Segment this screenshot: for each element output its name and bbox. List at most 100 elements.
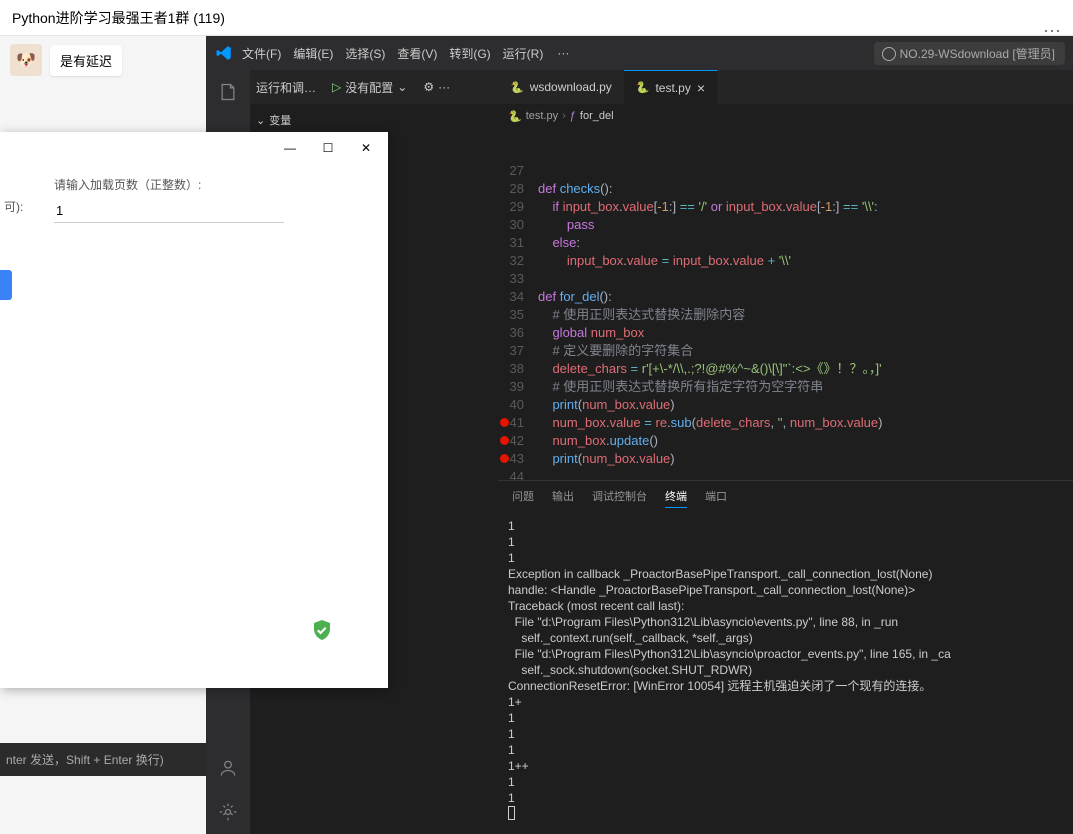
menu-item[interactable]: 查看(V) <box>391 43 443 65</box>
command-center-search[interactable]: NO.29-WSdownload [管理员] <box>874 42 1065 65</box>
configure-gear-icon[interactable]: ⚙ <box>423 80 434 94</box>
menu-more[interactable]: ··· <box>551 42 575 64</box>
code-line[interactable]: 30 pass <box>498 216 1073 234</box>
terminal-line: ConnectionResetError: [WinError 10054] 远… <box>508 678 1063 694</box>
panel-tab[interactable]: 终端 <box>665 485 687 508</box>
terminal-line: File "d:\Program Files\Python312\Lib\asy… <box>508 646 1063 662</box>
code-line[interactable]: 41 num_box.value = re.sub(delete_chars, … <box>498 414 1073 432</box>
debug-config-dropdown[interactable]: 没有配置 <box>345 79 393 96</box>
line-number: 34 <box>498 288 538 306</box>
menu-item[interactable]: 编辑(E) <box>287 43 339 65</box>
code-text: # 使用正则表达式替换法删除内容 <box>538 306 1073 324</box>
panel-tab[interactable]: 问题 <box>512 485 534 508</box>
code-line[interactable]: 29 if input_box.value[-1:] == '/' or inp… <box>498 198 1073 216</box>
variables-section[interactable]: ⌄ 变量 <box>256 112 291 128</box>
code-editor[interactable]: 2728def checks():29 if input_box.value[-… <box>498 128 1073 528</box>
panel-tab[interactable]: 调试控制台 <box>592 485 647 508</box>
panel-tab[interactable]: 输出 <box>552 485 574 508</box>
search-placeholder: NO.29-WSdownload [管理员] <box>900 47 1055 61</box>
dialog-primary-button[interactable] <box>0 270 12 300</box>
terminal-line: 1 <box>508 518 1063 534</box>
code-line[interactable]: 32 input_box.value = input_box.value + '… <box>498 252 1073 270</box>
dialog-field-label: 请输入加载页数（正整数）: <box>54 176 334 193</box>
line-number: 38 <box>498 360 538 378</box>
terminal-line: 1 <box>508 710 1063 726</box>
settings-gear-icon[interactable] <box>206 790 250 834</box>
code-text: # 定义要删除的字符集合 <box>538 342 1073 360</box>
close-button[interactable]: ✕ <box>358 140 374 156</box>
line-number: 40 <box>498 396 538 414</box>
line-number: 39 <box>498 378 538 396</box>
code-text <box>538 270 1073 288</box>
terminal-line: 1 <box>508 790 1063 806</box>
panel-tab[interactable]: 端口 <box>705 485 727 508</box>
terminal-line: 1 <box>508 726 1063 742</box>
minimize-button[interactable]: — <box>282 140 298 156</box>
code-text: global num_box <box>538 324 1073 342</box>
explorer-icon[interactable] <box>206 70 250 114</box>
start-debug-icon[interactable]: ▷ <box>332 80 341 94</box>
line-number: 43 <box>498 450 538 468</box>
chevron-right-icon: › <box>562 110 566 122</box>
code-text <box>538 162 1073 180</box>
code-line[interactable]: 36 global num_box <box>498 324 1073 342</box>
code-line[interactable]: 35 # 使用正则表达式替换法删除内容 <box>498 306 1073 324</box>
code-text: print(num_box.value) <box>538 450 1073 468</box>
input-dialog: — ☐ ✕ 可): 请输入加载页数（正整数）: <box>0 132 388 688</box>
bottom-panel: 问题输出调试控制台终端端口 111Exception in callback _… <box>498 480 1073 834</box>
code-line[interactable]: 37 # 定义要删除的字符集合 <box>498 342 1073 360</box>
editor-tab[interactable]: 🐍wsdownload.py <box>498 70 624 104</box>
code-line[interactable]: 42 num_box.update() <box>498 432 1073 450</box>
line-number: 33 <box>498 270 538 288</box>
dialog-body: 请输入加载页数（正整数）: <box>0 164 388 235</box>
vscode-titlebar: 文件(F)编辑(E)选择(S)查看(V)转到(G)运行(R) ··· NO.29… <box>206 36 1073 70</box>
code-line[interactable]: 38 delete_chars = r'[+\-*/\\,.;?!@#%^~&(… <box>498 360 1073 378</box>
code-text: delete_chars = r'[+\-*/\\,.;?!@#%^~&()\[… <box>538 360 1073 378</box>
code-line[interactable]: 39 # 使用正则表达式替换所有指定字符为空字符串 <box>498 378 1073 396</box>
code-text: input_box.value = input_box.value + '\\' <box>538 252 1073 270</box>
panel-tabs: 问题输出调试控制台终端端口 <box>498 481 1073 512</box>
terminal-line: 1+ <box>508 694 1063 710</box>
more-actions-icon[interactable]: ··· <box>438 80 450 94</box>
line-number: 30 <box>498 216 538 234</box>
terminal-line: 1 <box>508 742 1063 758</box>
avatar[interactable]: 🐶 <box>10 44 42 76</box>
terminal-line: 1 <box>508 550 1063 566</box>
terminal-line: Traceback (most recent call last): <box>508 598 1063 614</box>
line-number: 32 <box>498 252 538 270</box>
terminal-cursor <box>508 806 515 820</box>
line-number: 37 <box>498 342 538 360</box>
code-line[interactable]: 43 print(num_box.value) <box>498 450 1073 468</box>
breadcrumb[interactable]: 🐍 test.py › ƒ for_del <box>498 104 1073 128</box>
menu-item[interactable]: 文件(F) <box>236 43 287 65</box>
code-line[interactable]: 34def for_del(): <box>498 288 1073 306</box>
chat-message-row: 🐶 是有延迟 <box>0 36 206 84</box>
close-tab-icon[interactable]: × <box>697 80 705 96</box>
code-text: num_box.update() <box>538 432 1073 450</box>
code-line[interactable]: 33 <box>498 270 1073 288</box>
code-line[interactable]: 31 else: <box>498 234 1073 252</box>
code-line[interactable]: 27 <box>498 162 1073 180</box>
line-number: 31 <box>498 234 538 252</box>
editor-tab[interactable]: 🐍test.py× <box>624 70 717 104</box>
menu-item[interactable]: 运行(R) <box>497 43 550 65</box>
chevron-down-icon[interactable]: ⌄ <box>397 80 407 94</box>
code-line[interactable]: 28def checks(): <box>498 180 1073 198</box>
code-text: def checks(): <box>538 180 1073 198</box>
terminal-line: 1 <box>508 534 1063 550</box>
breadcrumb-file: test.py <box>526 110 558 122</box>
terminal-line: 1 <box>508 774 1063 790</box>
menu-item[interactable]: 转到(G) <box>443 43 496 65</box>
dialog-pages-input[interactable] <box>54 199 284 223</box>
run-and-debug-label: 运行和调… <box>256 79 316 96</box>
maximize-button[interactable]: ☐ <box>320 140 336 156</box>
chevron-down-icon: ⌄ <box>256 114 265 127</box>
chat-title-bar: Python进阶学习最强王者1群 (119) <box>0 0 1073 36</box>
terminal-line: Exception in callback _ProactorBasePipeT… <box>508 566 1063 582</box>
menu-item[interactable]: 选择(S) <box>339 43 391 65</box>
code-text: else: <box>538 234 1073 252</box>
message-bubble: 是有延迟 <box>50 45 122 76</box>
account-icon[interactable] <box>206 746 250 790</box>
code-line[interactable]: 40 print(num_box.value) <box>498 396 1073 414</box>
terminal-output[interactable]: 111Exception in callback _ProactorBasePi… <box>498 512 1073 830</box>
